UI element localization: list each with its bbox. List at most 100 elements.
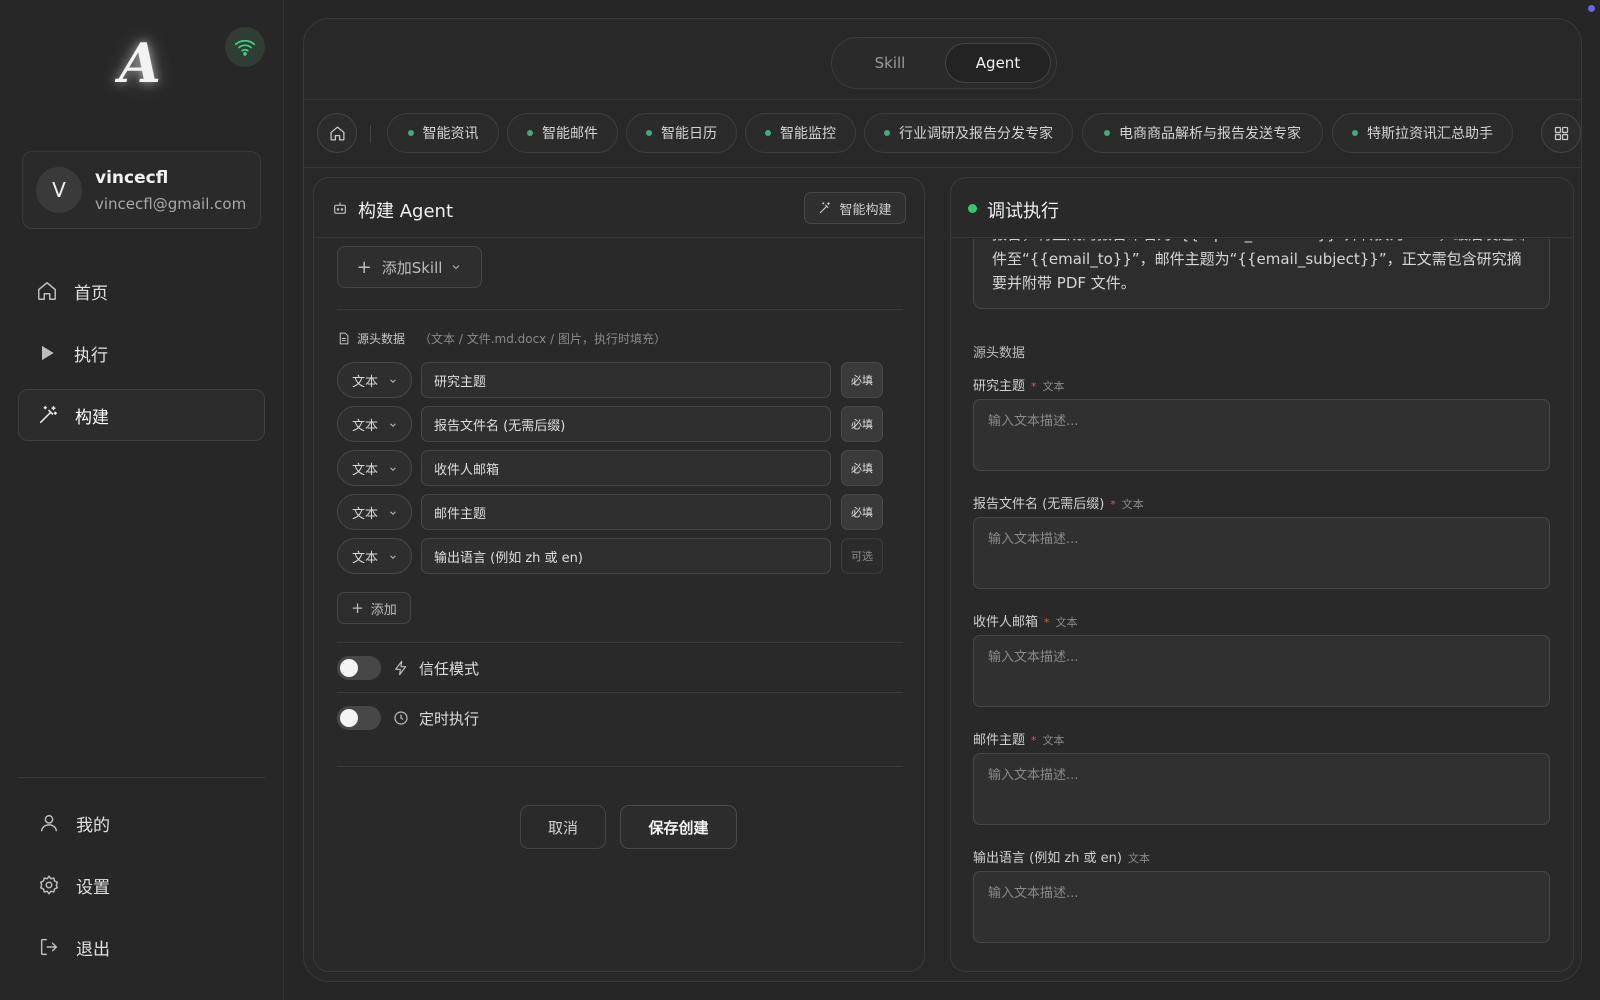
input-label-text: 邮件主题 [973, 733, 1026, 748]
source-hint: （文本 / 文件.md.docx / 图片，执行时填充） [419, 332, 666, 346]
input-label-text: 研究主题 [973, 379, 1026, 394]
agent-tab-label: 特斯拉资讯汇总助手 [1367, 126, 1493, 142]
field-type-select[interactable]: 文本 [337, 450, 412, 486]
field-type-label: 文本 [352, 462, 379, 478]
required-toggle[interactable]: 必填 [841, 450, 883, 486]
agent-prompt-text[interactable]: 报告，将生成的报告命名为“{{report_filename}}”并转换为 PD… [973, 239, 1550, 309]
divider [337, 692, 903, 693]
agent-tab[interactable]: 电商商品解析与报告发送专家 [1082, 113, 1323, 153]
recipient-email-input[interactable] [973, 635, 1550, 707]
report-filename-input[interactable] [973, 517, 1550, 589]
field-type-select[interactable]: 文本 [337, 538, 412, 574]
input-label: 报告文件名 (无需后缀) * 文本 [973, 493, 1144, 512]
field-type-label: 文本 [352, 374, 379, 390]
agent-tab[interactable]: 智能资讯 [387, 113, 499, 153]
source-data-heading: 源头数据 [973, 346, 1026, 361]
field-type-label: 文本 [352, 506, 379, 522]
schedule-row: 定时执行 [337, 706, 479, 730]
divider [337, 642, 903, 643]
agent-tab[interactable]: 智能日历 [626, 113, 737, 153]
smart-build-button[interactable]: 智能构建 [804, 192, 906, 224]
cancel-button[interactable]: 取消 [520, 805, 606, 849]
app-logo[interactable]: A [110, 30, 170, 96]
agent-tab[interactable]: 智能监控 [745, 113, 856, 153]
home-icon [329, 125, 345, 141]
input-kind: 文本 [1042, 380, 1065, 393]
agent-tab[interactable]: 行业调研及报告分发专家 [864, 113, 1073, 153]
optional-toggle[interactable]: 可选 [841, 538, 883, 574]
required-star: * [1031, 734, 1037, 747]
input-label-text: 报告文件名 (无需后缀) [973, 497, 1105, 512]
field-type-label: 文本 [352, 418, 379, 434]
add-field-button[interactable]: + 添加 [337, 592, 411, 624]
nav-item-home[interactable]: 首页 [18, 265, 265, 317]
grid-icon [1554, 126, 1568, 140]
agent-tabs: 智能资讯 智能邮件 智能日历 智能监控 行业调研及报告分发专家 电商商品解析与报… [317, 113, 1581, 153]
panel-title: 构建 Agent [358, 201, 454, 222]
field-type-select[interactable]: 文本 [337, 362, 412, 398]
input-kind: 文本 [1121, 498, 1144, 511]
status-dot [968, 204, 977, 213]
input-kind: 文本 [1127, 852, 1150, 865]
field-type-select[interactable]: 文本 [337, 406, 412, 442]
all-agents-button[interactable] [1541, 113, 1581, 153]
sidebar-divider [18, 777, 265, 778]
required-toggle[interactable]: 必填 [841, 362, 883, 398]
chevron-down-icon [390, 511, 396, 515]
chevron-down-icon [390, 423, 396, 427]
nav-label: 我的 [76, 815, 110, 836]
agent-tab[interactable]: 特斯拉资讯汇总助手 [1332, 113, 1513, 153]
mode-skill-button[interactable]: Skill [838, 43, 942, 83]
field-row: 文本 必填 [337, 494, 883, 530]
field-name-input[interactable] [421, 362, 831, 398]
field-name-input[interactable] [421, 406, 831, 442]
required-toggle[interactable]: 必填 [841, 406, 883, 442]
panel-header: 构建 Agent 智能构建 [314, 178, 924, 238]
field-name-input[interactable] [421, 494, 831, 530]
nav-label: 首页 [74, 283, 108, 304]
divider [304, 167, 1581, 168]
research-topic-input[interactable] [973, 399, 1550, 471]
user-icon [38, 812, 60, 834]
home-tab-button[interactable] [317, 113, 357, 153]
panel-header: 调试执行 [951, 178, 1573, 238]
chevron-down-icon [453, 265, 460, 270]
main-container: Skill Agent 智能资讯 智能邮件 智能日历 智能监控 行业调研及报告分… [303, 18, 1582, 982]
status-dot [1104, 130, 1110, 136]
trust-mode-row: 信任模式 [337, 656, 479, 680]
save-create-button[interactable]: 保存创建 [620, 805, 737, 849]
notification-dot [1588, 5, 1595, 12]
add-skill-button[interactable]: + 添加Skill [337, 246, 482, 288]
schedule-toggle[interactable] [337, 706, 381, 730]
required-star: * [1110, 498, 1116, 511]
nav-item-settings[interactable]: 设置 [18, 859, 265, 911]
field-row: 文本 必填 [337, 406, 883, 442]
required-toggle[interactable]: 必填 [841, 494, 883, 530]
field-name-input[interactable] [421, 538, 831, 574]
nav-item-run[interactable]: 执行 [18, 327, 265, 379]
nav-item-profile[interactable]: 我的 [18, 797, 265, 849]
input-label-text: 收件人邮箱 [973, 615, 1039, 630]
magic-wand-icon [820, 202, 831, 214]
user-card[interactable]: V vincecfl vincecfl@gmail.com [22, 151, 261, 229]
nav-item-logout[interactable]: 退出 [18, 921, 265, 973]
agent-tab-label: 智能监控 [780, 126, 836, 142]
field-type-select[interactable]: 文本 [337, 494, 412, 530]
toggle-knob [340, 709, 358, 727]
agent-tab[interactable]: 智能邮件 [507, 113, 618, 153]
divider [304, 99, 1581, 100]
nav-label: 执行 [74, 345, 108, 366]
user-email: vincecfl@gmail.com [95, 195, 247, 213]
chevron-down-icon [390, 379, 396, 383]
nav-item-build[interactable]: 构建 [18, 389, 265, 441]
mode-agent-button[interactable]: Agent [945, 43, 1051, 83]
status-dot [884, 130, 890, 136]
output-language-input[interactable] [973, 871, 1550, 943]
field-row: 文本 必填 [337, 362, 883, 398]
connection-status-button[interactable] [225, 27, 265, 67]
trust-mode-toggle[interactable] [337, 656, 381, 680]
add-skill-label: 添加Skill [381, 258, 443, 277]
field-name-input[interactable] [421, 450, 831, 486]
email-subject-input[interactable] [973, 753, 1550, 825]
status-dot [407, 130, 414, 136]
